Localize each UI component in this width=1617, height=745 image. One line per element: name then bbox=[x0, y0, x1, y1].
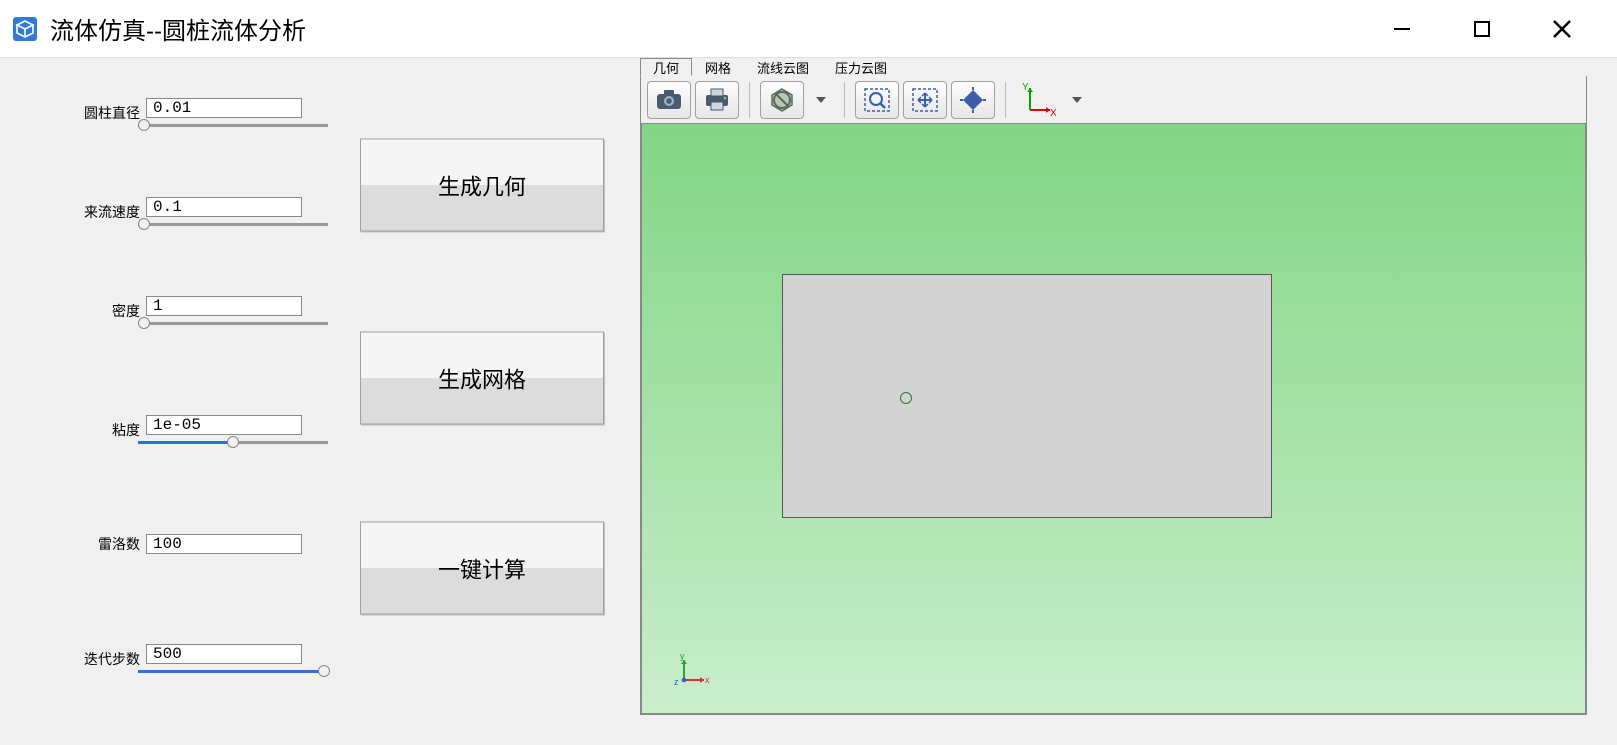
velocity-input[interactable]: 0.1 bbox=[146, 197, 302, 217]
print-icon[interactable] bbox=[695, 81, 739, 119]
toolbar-separator bbox=[749, 82, 750, 118]
window-title: 流体仿真--圆桩流体分析 bbox=[50, 11, 1387, 46]
titlebar: 流体仿真--圆桩流体分析 bbox=[0, 0, 1617, 58]
diameter-input[interactable]: 0.01 bbox=[146, 98, 302, 118]
viewport-toolbar: X Y bbox=[640, 76, 1587, 124]
viscosity-label: 粘度 bbox=[80, 420, 140, 440]
tab-mesh[interactable]: 网格 bbox=[692, 58, 744, 76]
zoom-area-icon[interactable] bbox=[855, 81, 899, 119]
generate-mesh-button[interactable]: 生成网格 bbox=[360, 332, 604, 425]
close-button[interactable] bbox=[1547, 14, 1577, 44]
diameter-slider[interactable] bbox=[138, 124, 328, 127]
diameter-label: 圆柱直径 bbox=[80, 103, 140, 123]
steps-input[interactable]: 500 bbox=[146, 644, 302, 664]
viewport-panel: 几何 网格 流线云图 压力云图 bbox=[640, 58, 1617, 745]
viscosity-slider[interactable] bbox=[138, 441, 328, 444]
parameters-panel: 圆柱直径 0.01 来流速度 0.1 密度 1 粘度 1e-05 bbox=[0, 58, 640, 745]
param-density: 密度 1 bbox=[80, 296, 620, 325]
reynolds-input[interactable]: 100 bbox=[146, 534, 302, 554]
main-area: 圆柱直径 0.01 来流速度 0.1 密度 1 粘度 1e-05 bbox=[0, 58, 1617, 745]
block-icon[interactable] bbox=[760, 81, 804, 119]
expand-icon[interactable] bbox=[951, 81, 995, 119]
svg-text:y: y bbox=[680, 652, 685, 661]
domain-rectangle bbox=[782, 274, 1272, 518]
svg-text:Y: Y bbox=[1022, 82, 1029, 93]
param-steps: 迭代步数 500 bbox=[80, 644, 620, 673]
camera-icon[interactable] bbox=[647, 81, 691, 119]
maximize-button[interactable] bbox=[1467, 14, 1497, 44]
svg-text:x: x bbox=[705, 675, 710, 685]
param-diameter: 圆柱直径 0.01 bbox=[80, 98, 620, 127]
axis-triad-icon: x y z bbox=[672, 652, 712, 697]
app-icon bbox=[10, 14, 40, 44]
block-dropdown[interactable] bbox=[808, 81, 834, 119]
generate-geometry-button[interactable]: 生成几何 bbox=[360, 139, 604, 232]
velocity-label: 来流速度 bbox=[80, 202, 140, 222]
toolbar-separator bbox=[844, 82, 845, 118]
tab-pressure[interactable]: 压力云图 bbox=[822, 58, 900, 76]
viscosity-input[interactable]: 1e-05 bbox=[146, 415, 302, 435]
fit-view-icon[interactable] bbox=[903, 81, 947, 119]
svg-text:z: z bbox=[674, 677, 679, 687]
reynolds-label: 雷洛数 bbox=[80, 534, 140, 554]
toolbar-separator bbox=[1005, 82, 1006, 118]
density-label: 密度 bbox=[80, 301, 140, 321]
one-click-calc-button[interactable]: 一键计算 bbox=[360, 522, 604, 615]
velocity-slider[interactable] bbox=[138, 223, 328, 226]
axis-orientation-icon[interactable]: X Y bbox=[1016, 81, 1060, 119]
steps-slider[interactable] bbox=[138, 670, 328, 673]
window-controls bbox=[1387, 14, 1607, 44]
density-slider[interactable] bbox=[138, 322, 328, 325]
geometry-viewport[interactable]: x y z bbox=[640, 124, 1587, 715]
axis-dropdown[interactable] bbox=[1064, 81, 1090, 119]
cylinder-geometry bbox=[900, 392, 912, 404]
tab-geometry[interactable]: 几何 bbox=[640, 58, 692, 76]
density-input[interactable]: 1 bbox=[146, 296, 302, 316]
view-tabs: 几何 网格 流线云图 压力云图 bbox=[640, 58, 1587, 76]
svg-text:X: X bbox=[1050, 108, 1056, 118]
minimize-button[interactable] bbox=[1387, 14, 1417, 44]
steps-label: 迭代步数 bbox=[80, 649, 140, 669]
tab-streamline[interactable]: 流线云图 bbox=[744, 58, 822, 76]
